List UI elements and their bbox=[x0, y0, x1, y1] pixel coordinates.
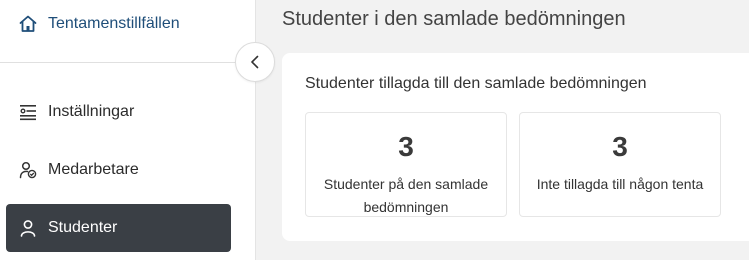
sidebar-item-label: Medarbetare bbox=[48, 161, 139, 178]
sidebar-item-installningar[interactable]: Inställningar bbox=[6, 88, 231, 136]
sidebar: Tentamenstillfällen Inställningar Medarb… bbox=[0, 0, 256, 260]
sidebar-divider bbox=[0, 62, 255, 63]
page-title: Studenter i den samlade bedömningen bbox=[282, 8, 626, 30]
stat-label: Studenter på den samlade bedömningen bbox=[323, 176, 489, 215]
brand-link[interactable]: Tentamenstillfällen bbox=[18, 12, 180, 36]
sidebar-item-label: Inställningar bbox=[48, 103, 135, 120]
sidebar-item-label: Studenter bbox=[48, 219, 118, 236]
sidebar-item-studenter[interactable]: Studenter bbox=[6, 204, 231, 252]
user-icon bbox=[18, 218, 38, 238]
settings-list-icon bbox=[18, 102, 38, 122]
chevron-left-icon bbox=[245, 52, 265, 72]
sidebar-item-medarbetare[interactable]: Medarbetare bbox=[6, 146, 231, 194]
stat-label: Inte tillagda till någon tenta bbox=[536, 176, 704, 192]
stat-card-not-added-to-exam: 3 Inte tillagda till någon tenta bbox=[519, 112, 721, 217]
stat-card-students-in-assessment: 3 Studenter på den samlade bedömningen bbox=[305, 112, 507, 217]
home-icon bbox=[18, 14, 38, 34]
panel-title: Studenter tillagda till den samlade bedö… bbox=[305, 75, 647, 92]
summary-panel: Studenter tillagda till den samlade bedö… bbox=[282, 53, 749, 241]
user-check-icon bbox=[18, 160, 38, 180]
brand-label: Tentamenstillfällen bbox=[48, 15, 180, 32]
collapse-sidebar-button[interactable] bbox=[235, 42, 275, 82]
stat-value: 3 bbox=[398, 131, 414, 162]
stat-value: 3 bbox=[612, 131, 628, 162]
